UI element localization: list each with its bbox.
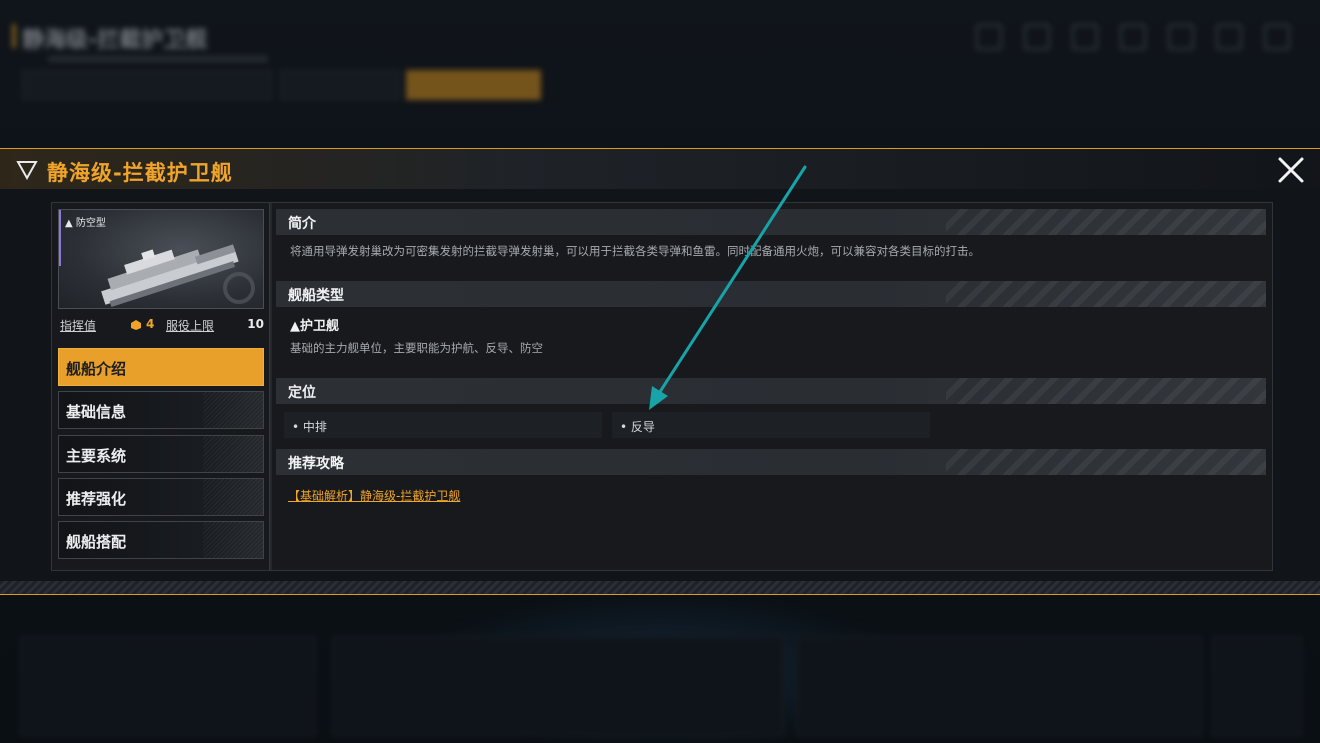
section-title: 推荐攻略	[288, 456, 344, 472]
section-guide-header: 推荐攻略	[276, 449, 1266, 475]
background-panel	[20, 636, 316, 736]
section-ship-type-header: 舰船类型	[276, 281, 1266, 307]
background-panel	[332, 636, 784, 736]
ship-image	[101, 244, 255, 307]
command-label: 指挥值	[60, 319, 97, 333]
dialog-title: 静海级-拦截护卫舰	[47, 161, 233, 185]
background-panel	[1212, 636, 1302, 736]
section-title: 定位	[288, 385, 316, 401]
ship-card: ▲ 防空型	[58, 209, 264, 309]
command-point-icon	[131, 320, 141, 330]
nav-ship-pairing[interactable]: 舰船搭配	[58, 521, 264, 559]
ship-type-desc: 基础的主力舰单位，主要职能为护航、反导、防空	[290, 341, 543, 355]
nav-label: 推荐强化	[66, 490, 127, 508]
column-divider	[269, 203, 272, 570]
background-box	[280, 70, 400, 100]
nav-label: 主要系统	[66, 447, 127, 465]
background-orange-button	[406, 70, 541, 100]
section-title: 简介	[288, 216, 316, 232]
command-value: 4	[146, 317, 155, 331]
nav-basic-info[interactable]: 基础信息	[58, 391, 264, 429]
background-toolbar	[976, 24, 1290, 50]
ship-stats: 指挥值 4 服役上限 10	[60, 317, 264, 337]
nav-ship-intro[interactable]: 舰船介绍	[58, 348, 264, 386]
rarity-stripe	[59, 210, 61, 266]
dialog-footer-stripe	[0, 581, 1320, 595]
section-position-header: 定位	[276, 378, 1266, 404]
close-icon[interactable]	[1276, 155, 1306, 185]
background-box	[22, 70, 272, 100]
position-tag: • 中排	[284, 412, 602, 438]
content-frame: ▲ 防空型 指挥值 4 服役上限 10 舰船介绍 基础信息 主要系统 推荐强化 …	[51, 202, 1273, 571]
background-panel	[796, 636, 1202, 736]
service-limit-value: 10	[247, 317, 264, 331]
service-limit-label: 服役上限	[166, 319, 215, 333]
section-intro-header: 简介	[276, 209, 1266, 235]
background-bar	[48, 56, 268, 62]
section-title: 舰船类型	[288, 288, 344, 304]
ship-info-dialog: 静海级-拦截护卫舰 ▲ 防空型 指挥值 4 服役上限 10 舰船介绍 基础信息 …	[0, 148, 1320, 595]
nav-recommended-upgrades[interactable]: 推荐强化	[58, 478, 264, 516]
background-title: 静海级-拦截护卫舰	[11, 22, 207, 54]
ship-role-tag: ▲ 防空型	[65, 218, 106, 229]
nav-label: 基础信息	[66, 403, 127, 421]
nav-label: 舰船搭配	[66, 533, 127, 551]
triangle-down-icon	[16, 161, 38, 180]
intro-text: 将通用导弹发射巢改为可密集发射的拦截导弹发射巢，可以用于拦截各类导弹和鱼雷。同时…	[290, 244, 980, 258]
dialog-header: 静海级-拦截护卫舰	[0, 149, 1320, 189]
nav-main-systems[interactable]: 主要系统	[58, 435, 264, 473]
position-tag-label: • 反导	[620, 420, 655, 434]
ship-type-name: ▲护卫舰	[290, 319, 339, 334]
position-tag-label: • 中排	[292, 420, 327, 434]
position-tag: • 反导	[612, 412, 930, 438]
guide-link[interactable]: 【基础解析】静海级-拦截护卫舰	[288, 487, 460, 504]
nav-label: 舰船介绍	[66, 360, 127, 378]
